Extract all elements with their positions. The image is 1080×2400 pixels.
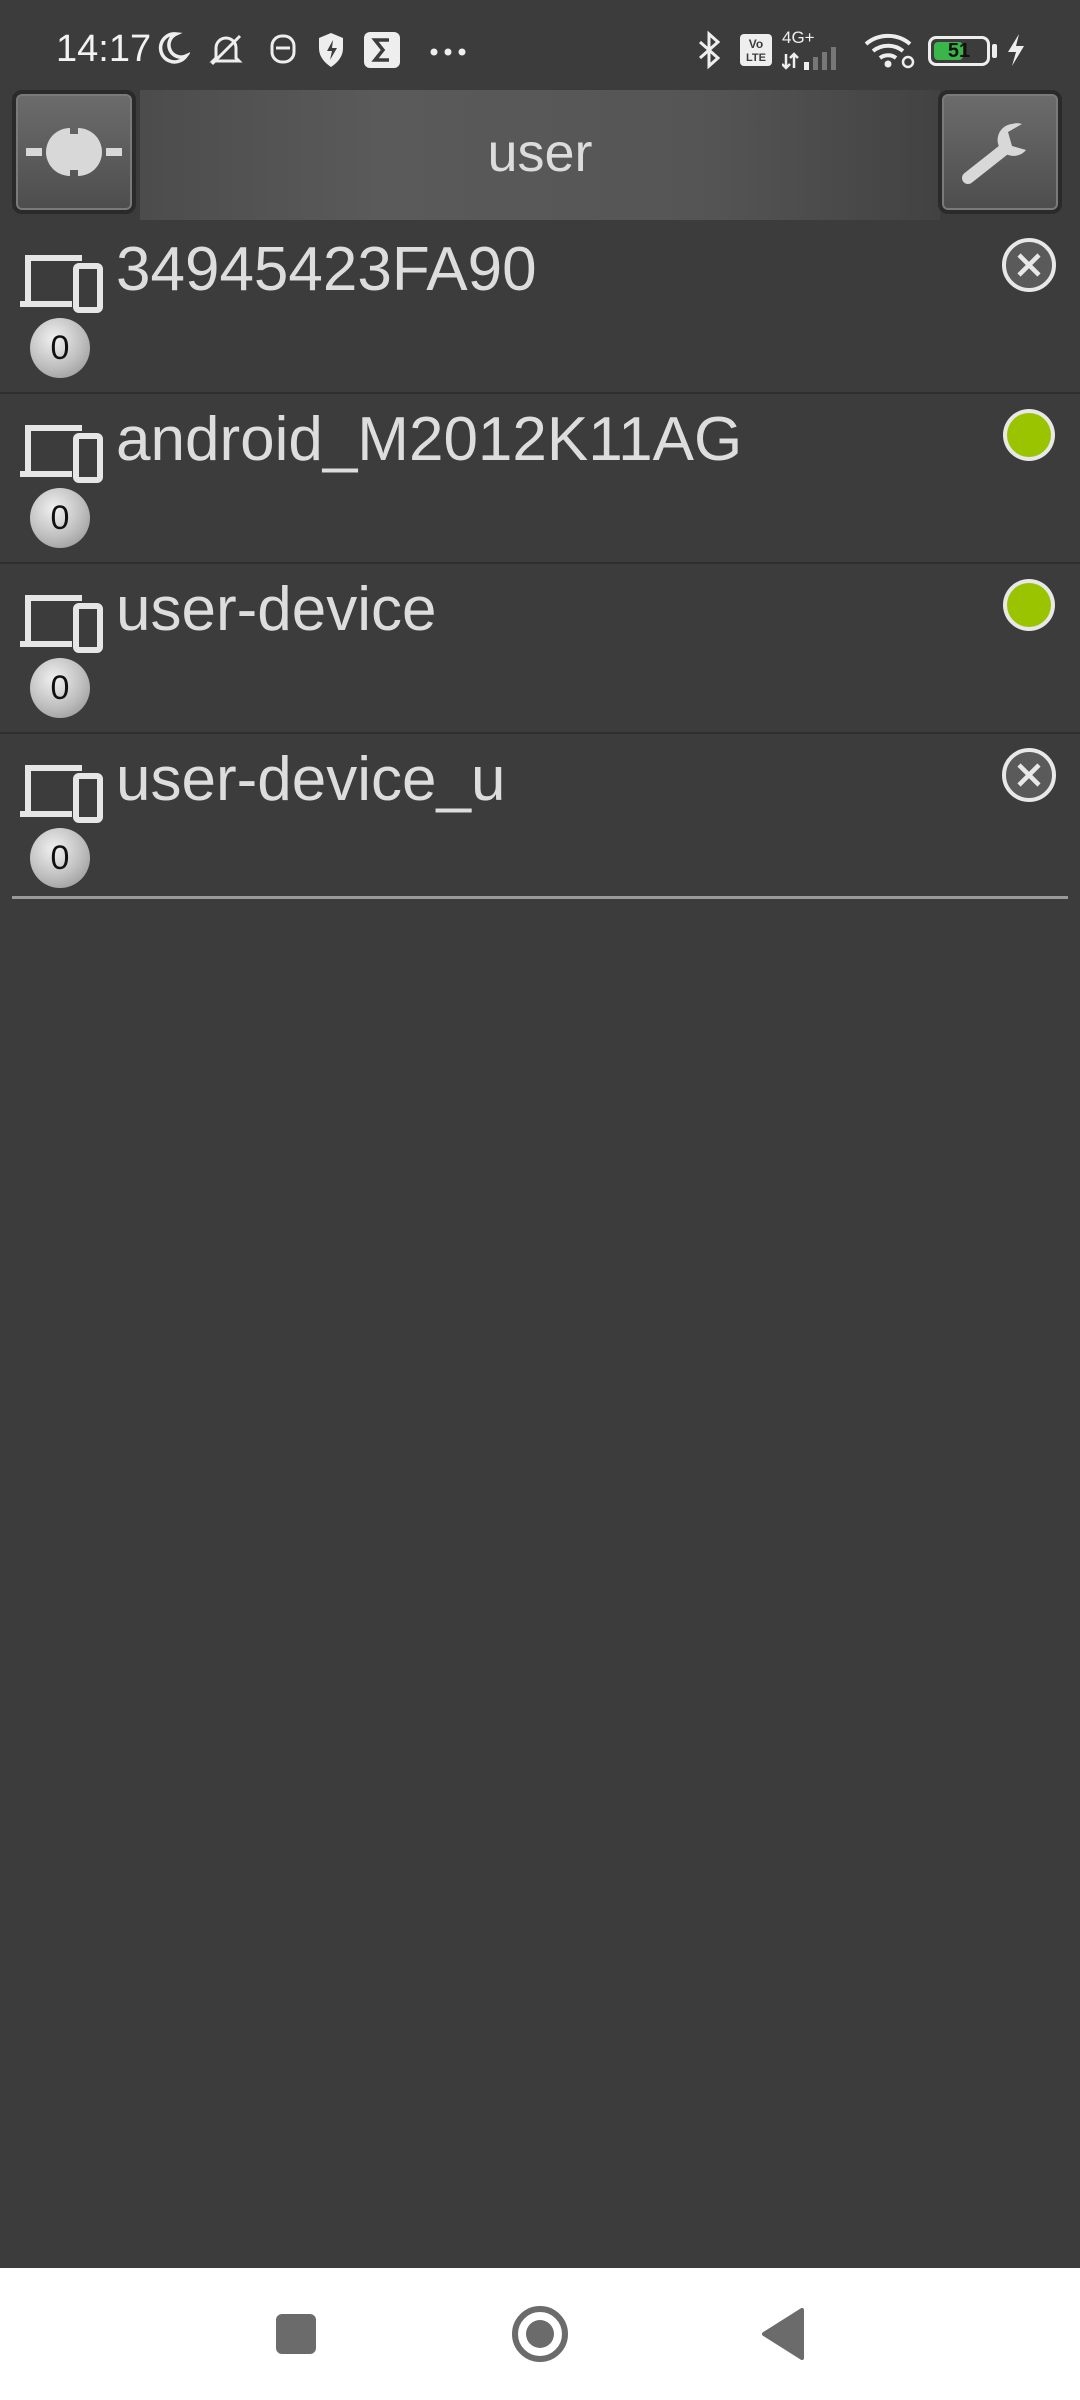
more-dots-icon	[430, 48, 466, 56]
svg-text:LTE: LTE	[746, 52, 766, 64]
devices-icon	[20, 425, 103, 483]
online-status-icon	[1003, 579, 1055, 631]
connect-button[interactable]	[12, 90, 136, 214]
wrench-icon	[962, 123, 1026, 184]
online-status-icon	[1003, 409, 1055, 461]
device-row[interactable]: android_M2012K11AG 0	[0, 394, 1080, 564]
face-icon	[270, 34, 296, 64]
devices-icon	[20, 595, 103, 653]
volte-icon: VoLTE	[740, 34, 772, 66]
count-badge: 0	[30, 488, 90, 548]
status-bar: 14:17 Vo LTE 4G+ 51	[0, 0, 1080, 90]
devices-icon	[20, 255, 103, 313]
home-circle-icon[interactable]	[504, 2298, 576, 2370]
charging-icon	[1008, 34, 1024, 66]
count-badge: 0	[30, 318, 90, 378]
battery-level: 51	[947, 40, 971, 62]
silent-icon	[209, 34, 243, 66]
device-row[interactable]: user-device_u 0	[0, 734, 1080, 902]
device-row[interactable]: user-device 0	[0, 564, 1080, 734]
device-name: user-device_u	[116, 745, 506, 814]
app-bar: user	[0, 90, 1080, 220]
page-title: user	[487, 123, 593, 183]
sigma-icon	[364, 32, 400, 68]
devices-icon	[20, 765, 103, 823]
battery-icon: 51	[928, 36, 990, 66]
device-row[interactable]: 34945423FA90 0	[0, 224, 1080, 394]
device-name: user-device	[116, 575, 437, 644]
count-badge: 0	[30, 658, 90, 718]
device-name: 34945423FA90	[116, 235, 537, 304]
signal-icon	[782, 47, 836, 70]
close-circle-icon[interactable]	[1000, 746, 1058, 804]
shield-icon	[319, 33, 343, 67]
count-badge: 0	[30, 828, 90, 888]
list-divider	[12, 896, 1068, 899]
bluetooth-icon	[699, 30, 721, 70]
close-circle-icon[interactable]	[1000, 236, 1058, 294]
wifi-icon	[864, 33, 915, 69]
svg-text:Vo: Vo	[749, 37, 763, 51]
back-triangle-icon[interactable]	[748, 2298, 820, 2370]
device-name: android_M2012K11AG	[116, 405, 743, 474]
plug-icon	[26, 128, 122, 176]
moon-icon	[158, 32, 190, 64]
recents-square-icon[interactable]	[260, 2298, 332, 2370]
status-time: 14:17	[56, 28, 152, 70]
device-list: 34945423FA90 0 android_M2012K11AG 0 user…	[0, 224, 1080, 902]
battery-tip	[992, 44, 997, 58]
navigation-bar	[0, 2268, 1080, 2400]
title-bar: user	[140, 90, 940, 220]
settings-button[interactable]	[938, 90, 1062, 214]
